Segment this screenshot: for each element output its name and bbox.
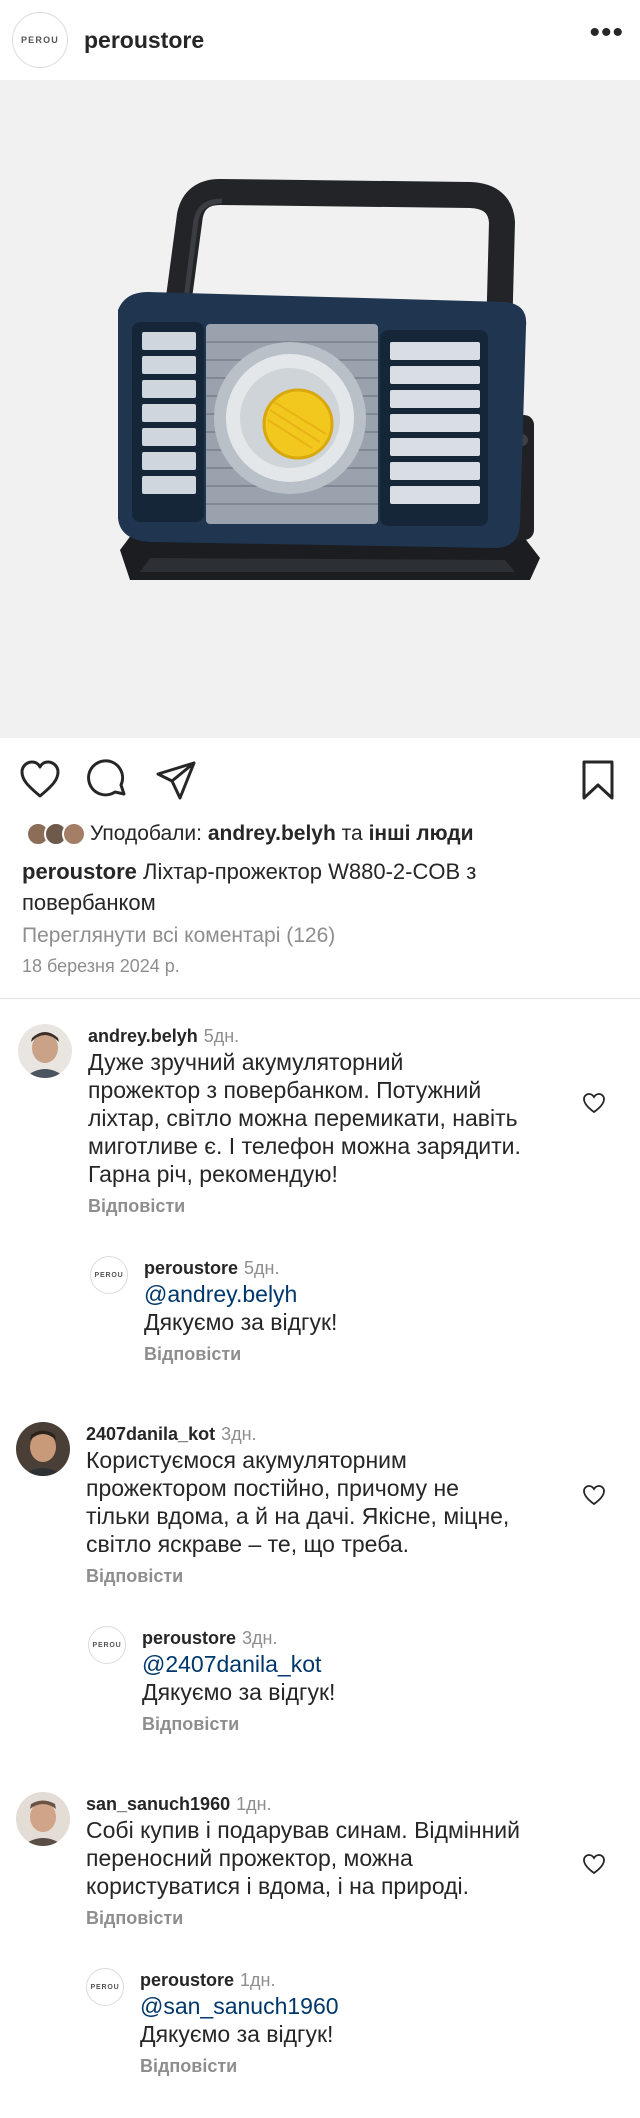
comment-like-heart-icon[interactable] [582, 1092, 606, 1114]
comment-time: 1дн. [240, 1970, 276, 1990]
mention-link[interactable]: @andrey.belyh [144, 1281, 297, 1307]
post-actions-bar [0, 748, 640, 812]
post-header: PEROU peroustore ••• [0, 0, 640, 80]
heart-icon[interactable] [18, 758, 62, 802]
floodlight-product-image [118, 179, 540, 580]
mention-link[interactable]: @san_sanuch1960 [140, 1993, 339, 2019]
caption-username[interactable]: peroustore [22, 859, 137, 884]
likes-joiner: та [341, 822, 363, 845]
comment-username[interactable]: 2407danila_kot [86, 1424, 215, 1444]
comment-username[interactable]: peroustore [140, 1970, 234, 1990]
comment-time: 5дн. [203, 1026, 240, 1046]
comment-item: 2407danila_kot 3дн. Користуємося акумулят… [16, 1422, 509, 1587]
comment-like-heart-icon[interactable] [582, 1484, 606, 1506]
comment-text: Дякуємо за відгук! [144, 1309, 338, 1335]
reply-button[interactable]: Відповісти [88, 1196, 521, 1217]
comment-username[interactable]: peroustore [142, 1628, 236, 1648]
post-caption: peroustore Ліхтар-прожектор W880-2-COB з… [22, 856, 582, 918]
avatar[interactable]: PEROU [90, 1256, 128, 1294]
comment-username[interactable]: san_sanuch1960 [86, 1794, 230, 1814]
avatar[interactable] [16, 1792, 70, 1846]
post-date: 18 березня 2024 р. [22, 956, 180, 976]
send-icon[interactable] [154, 758, 198, 802]
avatar[interactable] [16, 1422, 70, 1476]
liker-avatars [26, 822, 86, 846]
avatar[interactable] [18, 1024, 72, 1078]
comment-time: 1дн. [236, 1794, 272, 1814]
reply-item: PEROU peroustore 5дн. @andrey.belyh Дякує… [90, 1256, 337, 1365]
likes-summary[interactable]: Уподобали: andrey.belyh та інші люди [26, 818, 474, 850]
comment-like-heart-icon[interactable] [582, 1853, 606, 1875]
likes-others[interactable]: інші люди [369, 822, 474, 846]
comment-username[interactable]: peroustore [144, 1258, 238, 1278]
reply-button[interactable]: Відповісти [140, 2056, 339, 2077]
more-horizontal-icon[interactable]: ••• [589, 18, 624, 62]
comment-time: 3дн. [221, 1424, 257, 1444]
reply-item: PEROU peroustore 3дн. @2407danila_kot Дяк… [88, 1626, 335, 1735]
comment-text: Дякуємо за відгук! [142, 1679, 336, 1705]
reply-button[interactable]: Відповісти [142, 1714, 335, 1735]
comment-icon[interactable] [86, 758, 130, 802]
mention-link[interactable]: @2407danila_kot [142, 1651, 321, 1677]
comment-text: Дуже зручний акумуляторний прожектор з п… [88, 1049, 521, 1187]
reply-item: PEROU peroustore 1дн. @san_sanuch1960 Дяк… [86, 1968, 339, 2077]
profile-avatar[interactable]: PEROU [12, 12, 68, 68]
reply-button[interactable]: Відповісти [86, 1908, 520, 1929]
reply-button[interactable]: Відповісти [86, 1566, 509, 1587]
likes-prefix: Уподобали: [90, 822, 202, 845]
avatar [62, 822, 86, 846]
bookmark-icon[interactable] [576, 758, 620, 802]
divider [0, 998, 640, 999]
reply-button[interactable]: Відповісти [144, 1344, 337, 1365]
comment-text: Дякуємо за відгук! [140, 2021, 334, 2047]
post-image[interactable] [0, 80, 640, 738]
view-all-comments-link[interactable]: Переглянути всі коментарі (126) [22, 924, 335, 948]
comment-time: 3дн. [242, 1628, 278, 1648]
comment-username[interactable]: andrey.belyh [88, 1026, 198, 1046]
comment-time: 5дн. [244, 1258, 280, 1278]
profile-username[interactable]: peroustore [84, 27, 204, 54]
comment-item: san_sanuch1960 1дн. Собі купив і подарува… [16, 1792, 520, 1929]
comment-item: andrey.belyh 5дн. Дуже зручний акумулятор… [18, 1024, 521, 1217]
avatar[interactable]: PEROU [86, 1968, 124, 2006]
comment-text: Собі купив і подарував синам. Відмінний … [86, 1817, 520, 1899]
avatar[interactable]: PEROU [88, 1626, 126, 1664]
comment-text: Користуємося акумуляторним прожектором п… [86, 1447, 510, 1557]
likes-user[interactable]: andrey.belyh [208, 822, 336, 846]
